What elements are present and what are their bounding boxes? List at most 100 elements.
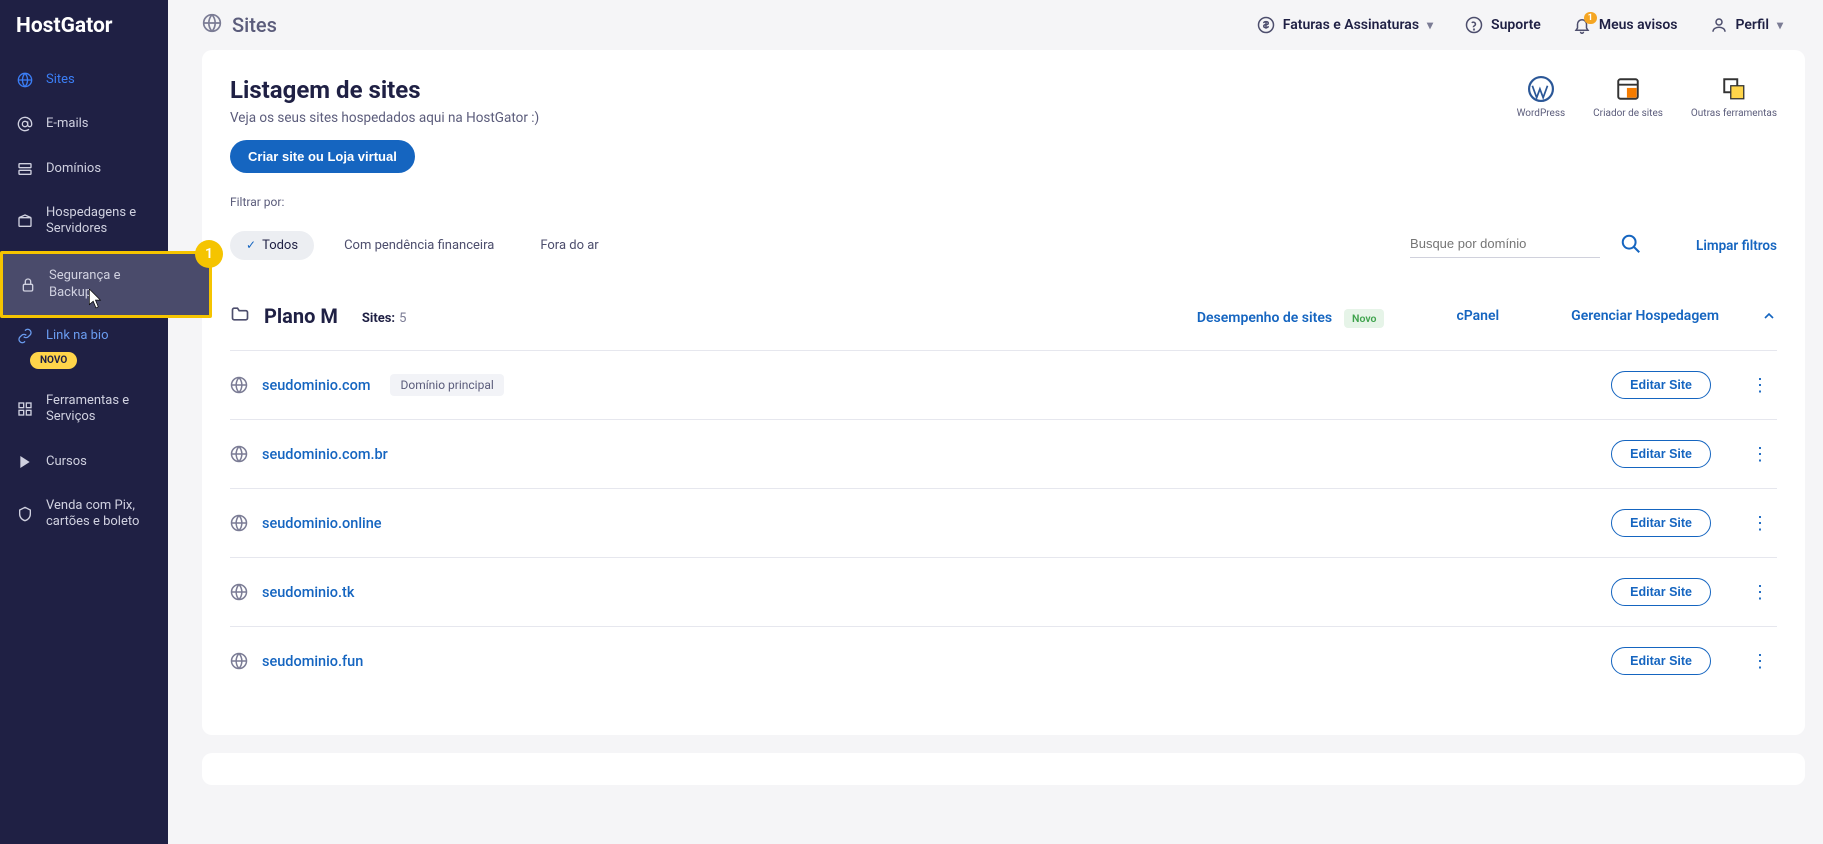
next-card-peek [202,753,1805,785]
site-domain-link[interactable]: seudominio.tk [262,584,354,601]
create-site-button[interactable]: Criar site ou Loja virtual [230,140,415,173]
sidebar-item-label: Sites [46,72,75,88]
kebab-menu[interactable]: ⋮ [1743,513,1777,534]
site-domain-link[interactable]: seudominio.com [262,377,370,394]
edit-site-button[interactable]: Editar Site [1611,509,1711,537]
chip-label: Todos [262,238,298,253]
plan-cpanel-link[interactable]: cPanel [1456,308,1499,324]
plan-sites-label: Sites: [362,311,395,326]
globe-icon [230,583,248,601]
user-icon [1710,16,1728,34]
sidebar-item-linkbio[interactable]: Link na bio [0,318,168,348]
chevron-up-icon[interactable] [1761,308,1777,324]
filter-chip-all[interactable]: ✓ Todos [230,231,314,260]
edit-site-button[interactable]: Editar Site [1611,647,1711,675]
filter-label: Filtrar por: [230,195,1777,209]
sidebar-item-label: Link na bio [46,328,109,344]
check-icon: ✓ [246,238,256,252]
sidebar-item-label: Hospedagens e Servidores [46,205,152,238]
topbar-invoices[interactable]: Faturas e Assinaturas ▾ [1245,10,1445,40]
topbar-support-label: Suporte [1491,17,1541,33]
tool-other[interactable]: Outras ferramentas [1691,76,1777,173]
search-input-wrap [1410,234,1600,258]
kebab-menu[interactable]: ⋮ [1743,651,1777,672]
plan-manage-link[interactable]: Gerenciar Hospedagem [1571,308,1719,324]
search-button[interactable] [1620,233,1642,259]
globe-icon [16,72,34,88]
site-row: seudominio.com Domínio principal Editar … [230,351,1777,420]
topbar-profile[interactable]: Perfil ▾ [1698,10,1796,40]
help-icon [1465,16,1483,34]
filter-chip-pending[interactable]: Com pendência financeira [328,231,510,260]
dollar-icon [1257,16,1275,34]
sidebar-item-label: Segurança e Backup [49,268,165,301]
site-domain-link[interactable]: seudominio.online [262,515,382,532]
site-domain-link[interactable]: seudominio.fun [262,653,363,670]
shield-icon [16,506,34,522]
sidebar: HostGator Sites E-mails Domínios Hospeda [0,0,168,844]
clear-filters-link[interactable]: Limpar filtros [1696,238,1777,254]
novo-badge: NOVO [0,348,168,369]
globe-icon [230,652,248,670]
sidebar-item-label: Domínios [46,161,101,177]
main-domain-badge: Domínio principal [390,374,503,396]
plan-sites-count: 5 [399,311,406,326]
chevron-down-icon: ▾ [1427,18,1433,32]
link-icon [16,328,34,344]
sidebar-item-sell[interactable]: Venda com Pix, cartões e boleto [0,484,168,545]
play-icon [16,454,34,470]
sidebar-item-courses[interactable]: Cursos [0,440,168,484]
edit-site-button[interactable]: Editar Site [1611,371,1711,399]
filter-chip-offline[interactable]: Fora do ar [524,231,614,260]
tool-builder[interactable]: Criador de sites [1593,76,1663,173]
sidebar-item-hosting[interactable]: Hospedagens e Servidores [0,191,168,252]
plan-performance-link[interactable]: Desempenho de sites Novo [1197,307,1385,326]
chevron-down-icon: ▾ [1777,18,1783,32]
sidebar-item-emails[interactable]: E-mails [0,102,168,146]
sidebar-item-label: E-mails [46,116,89,132]
page-title-text: Sites [232,13,277,37]
sidebar-item-domains[interactable]: Domínios [0,147,168,191]
builder-icon [1615,76,1641,102]
main-area: Sites Faturas e Assinaturas ▾ Suporte [168,0,1823,844]
notice-badge: 1 [1584,12,1597,24]
sidebar-item-tools[interactable]: Ferramentas e Serviços [0,379,168,440]
tool-wordpress[interactable]: WordPress [1517,76,1566,173]
site-row: seudominio.com.br Editar Site ⋮ [230,420,1777,489]
at-icon [16,116,34,132]
globe-icon [230,514,248,532]
tool-label: Outras ferramentas [1691,108,1777,119]
topbar-notices[interactable]: 1 Meus avisos [1561,10,1690,40]
sidebar-item-label: Ferramentas e Serviços [46,393,152,426]
sidebar-item-label: Cursos [46,454,87,470]
bell-icon: 1 [1573,16,1591,34]
plan-name: Plano M [264,304,338,328]
topbar-notices-label: Meus avisos [1599,17,1678,33]
filter-row: ✓ Todos Com pendência financeira Fora do … [230,231,1777,260]
cursor-icon [89,289,103,309]
sidebar-item-security[interactable]: Segurança e Backup [0,251,212,318]
edit-site-button[interactable]: Editar Site [1611,578,1711,606]
lock-icon [19,277,37,293]
box-icon [16,213,34,229]
sidebar-item-sites[interactable]: Sites [0,58,168,102]
site-row: seudominio.online Editar Site ⋮ [230,489,1777,558]
brand-logo: HostGator [0,0,168,58]
kebab-menu[interactable]: ⋮ [1743,375,1777,396]
topbar-support[interactable]: Suporte [1453,10,1553,40]
listing-title: Listagem de sites [230,76,1517,104]
globe-icon [202,13,222,38]
page-title: Sites [202,13,277,38]
edit-site-button[interactable]: Editar Site [1611,440,1711,468]
other-tools-icon [1721,76,1747,102]
globe-icon [230,445,248,463]
topbar-invoices-label: Faturas e Assinaturas [1283,17,1419,33]
site-domain-link[interactable]: seudominio.com.br [262,446,388,463]
globe-icon [230,376,248,394]
site-row: seudominio.tk Editar Site ⋮ [230,558,1777,627]
novo-pill: Novo [1344,309,1384,328]
kebab-menu[interactable]: ⋮ [1743,444,1777,465]
search-input[interactable] [1410,236,1600,251]
kebab-menu[interactable]: ⋮ [1743,582,1777,603]
wordpress-icon [1528,76,1554,102]
